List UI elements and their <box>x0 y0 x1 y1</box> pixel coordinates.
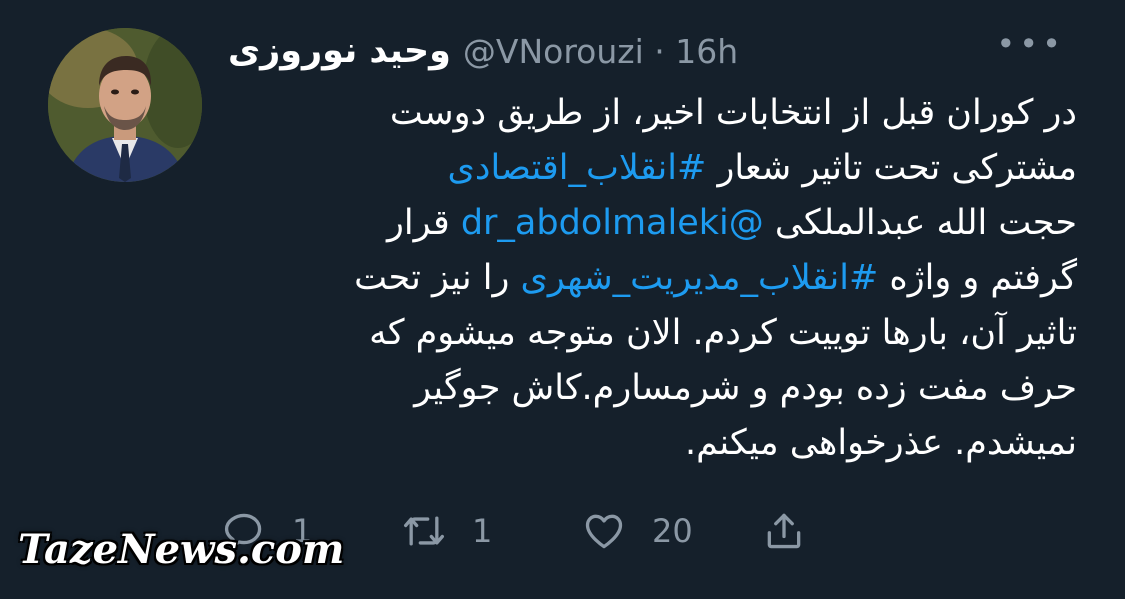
text-segment: قرار <box>387 203 461 243</box>
avatar-image <box>48 28 202 182</box>
hashtag-link[interactable]: #انقلاب_اقتصادی <box>447 148 706 188</box>
tweet-line: تاثیر آن، بارها توییت کردم. الان متوجه م… <box>238 306 1077 361</box>
avatar[interactable] <box>48 28 202 182</box>
mention-link[interactable]: @dr_abdolmaleki <box>461 203 764 243</box>
text-segment: حرف مفت زده بودم و شرمسارم.کاش جوگیر <box>414 368 1077 408</box>
author-handle-time: @VNorouzi · 16h <box>463 32 738 71</box>
text-segment: نمیشدم. عذرخواهی میکنم. <box>684 423 1077 463</box>
like-count: 20 <box>652 512 693 550</box>
retweet-count: 1 <box>472 512 493 550</box>
separator-dot: · <box>643 31 676 71</box>
tweet-timestamp[interactable]: 16h <box>675 32 738 71</box>
text-segment: تاثیر آن، بارها توییت کردم. الان متوجه م… <box>369 313 1077 353</box>
heart-icon <box>585 514 623 549</box>
text-segment: گرفتم و واژه <box>878 258 1077 298</box>
tweet-line: حجت الله عبدالملکی @dr_abdolmaleki قرار <box>238 196 1077 251</box>
share-button[interactable] <box>762 509 942 553</box>
author-display-name[interactable]: وحید نوروزی <box>228 31 451 71</box>
like-button[interactable]: 20 <box>582 509 762 553</box>
tweet-line: نمیشدم. عذرخواهی میکنم. <box>238 416 1077 471</box>
hashtag-link[interactable]: #انقلاب_مدیریت_شهری <box>521 258 879 298</box>
tweet-header: وحید نوروزی @VNorouzi · 16h <box>228 26 985 76</box>
text-segment: را نیز تحت <box>354 258 521 298</box>
text-segment: در کوران قبل از انتخابات اخیر، از طریق د… <box>389 93 1077 133</box>
tweet-card[interactable]: وحید نوروزی @VNorouzi · 16h ••• در کوران… <box>0 0 1125 599</box>
text-segment: حجت الله عبدالملکی <box>763 203 1077 243</box>
text-segment: مشترکی تحت تاثیر شعار <box>706 148 1077 188</box>
retweet-icon <box>404 516 444 546</box>
tweet-text: در کوران قبل از انتخابات اخیر، از طریق د… <box>238 86 1077 471</box>
tweet-line: گرفتم و واژه #انقلاب_مدیریت_شهری را نیز … <box>238 251 1077 306</box>
tweet-line: در کوران قبل از انتخابات اخیر، از طریق د… <box>238 86 1077 141</box>
author-handle[interactable]: @VNorouzi <box>463 32 644 71</box>
tweet-line: مشترکی تحت تاثیر شعار #انقلاب_اقتصادی <box>238 141 1077 196</box>
retweet-button[interactable]: 1 <box>402 509 582 553</box>
more-horizontal-icon[interactable]: ••• <box>996 28 1065 60</box>
watermark-logo: TazeNews.com <box>18 526 345 573</box>
tweet-line: حرف مفت زده بودم و شرمسارم.کاش جوگیر <box>238 361 1077 416</box>
share-icon <box>767 513 801 549</box>
